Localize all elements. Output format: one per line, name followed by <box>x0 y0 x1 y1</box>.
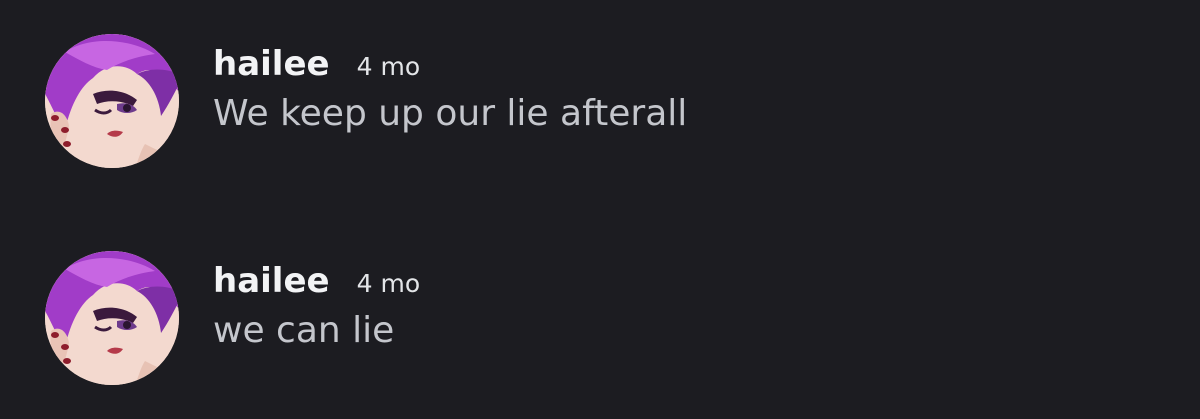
message-content: we can lie <box>213 310 395 351</box>
message-header: hailee 4 mo <box>213 259 420 303</box>
message-content: We keep up our lie afterall <box>213 93 688 134</box>
user-avatar-icon <box>45 251 179 385</box>
message-header: hailee 4 mo <box>213 42 420 86</box>
username[interactable]: hailee <box>213 259 330 303</box>
timestamp[interactable]: 4 mo <box>357 262 421 306</box>
avatar[interactable] <box>45 34 179 168</box>
user-avatar-icon <box>45 34 179 168</box>
avatar[interactable] <box>45 251 179 385</box>
timestamp[interactable]: 4 mo <box>357 45 421 89</box>
username[interactable]: hailee <box>213 42 330 86</box>
